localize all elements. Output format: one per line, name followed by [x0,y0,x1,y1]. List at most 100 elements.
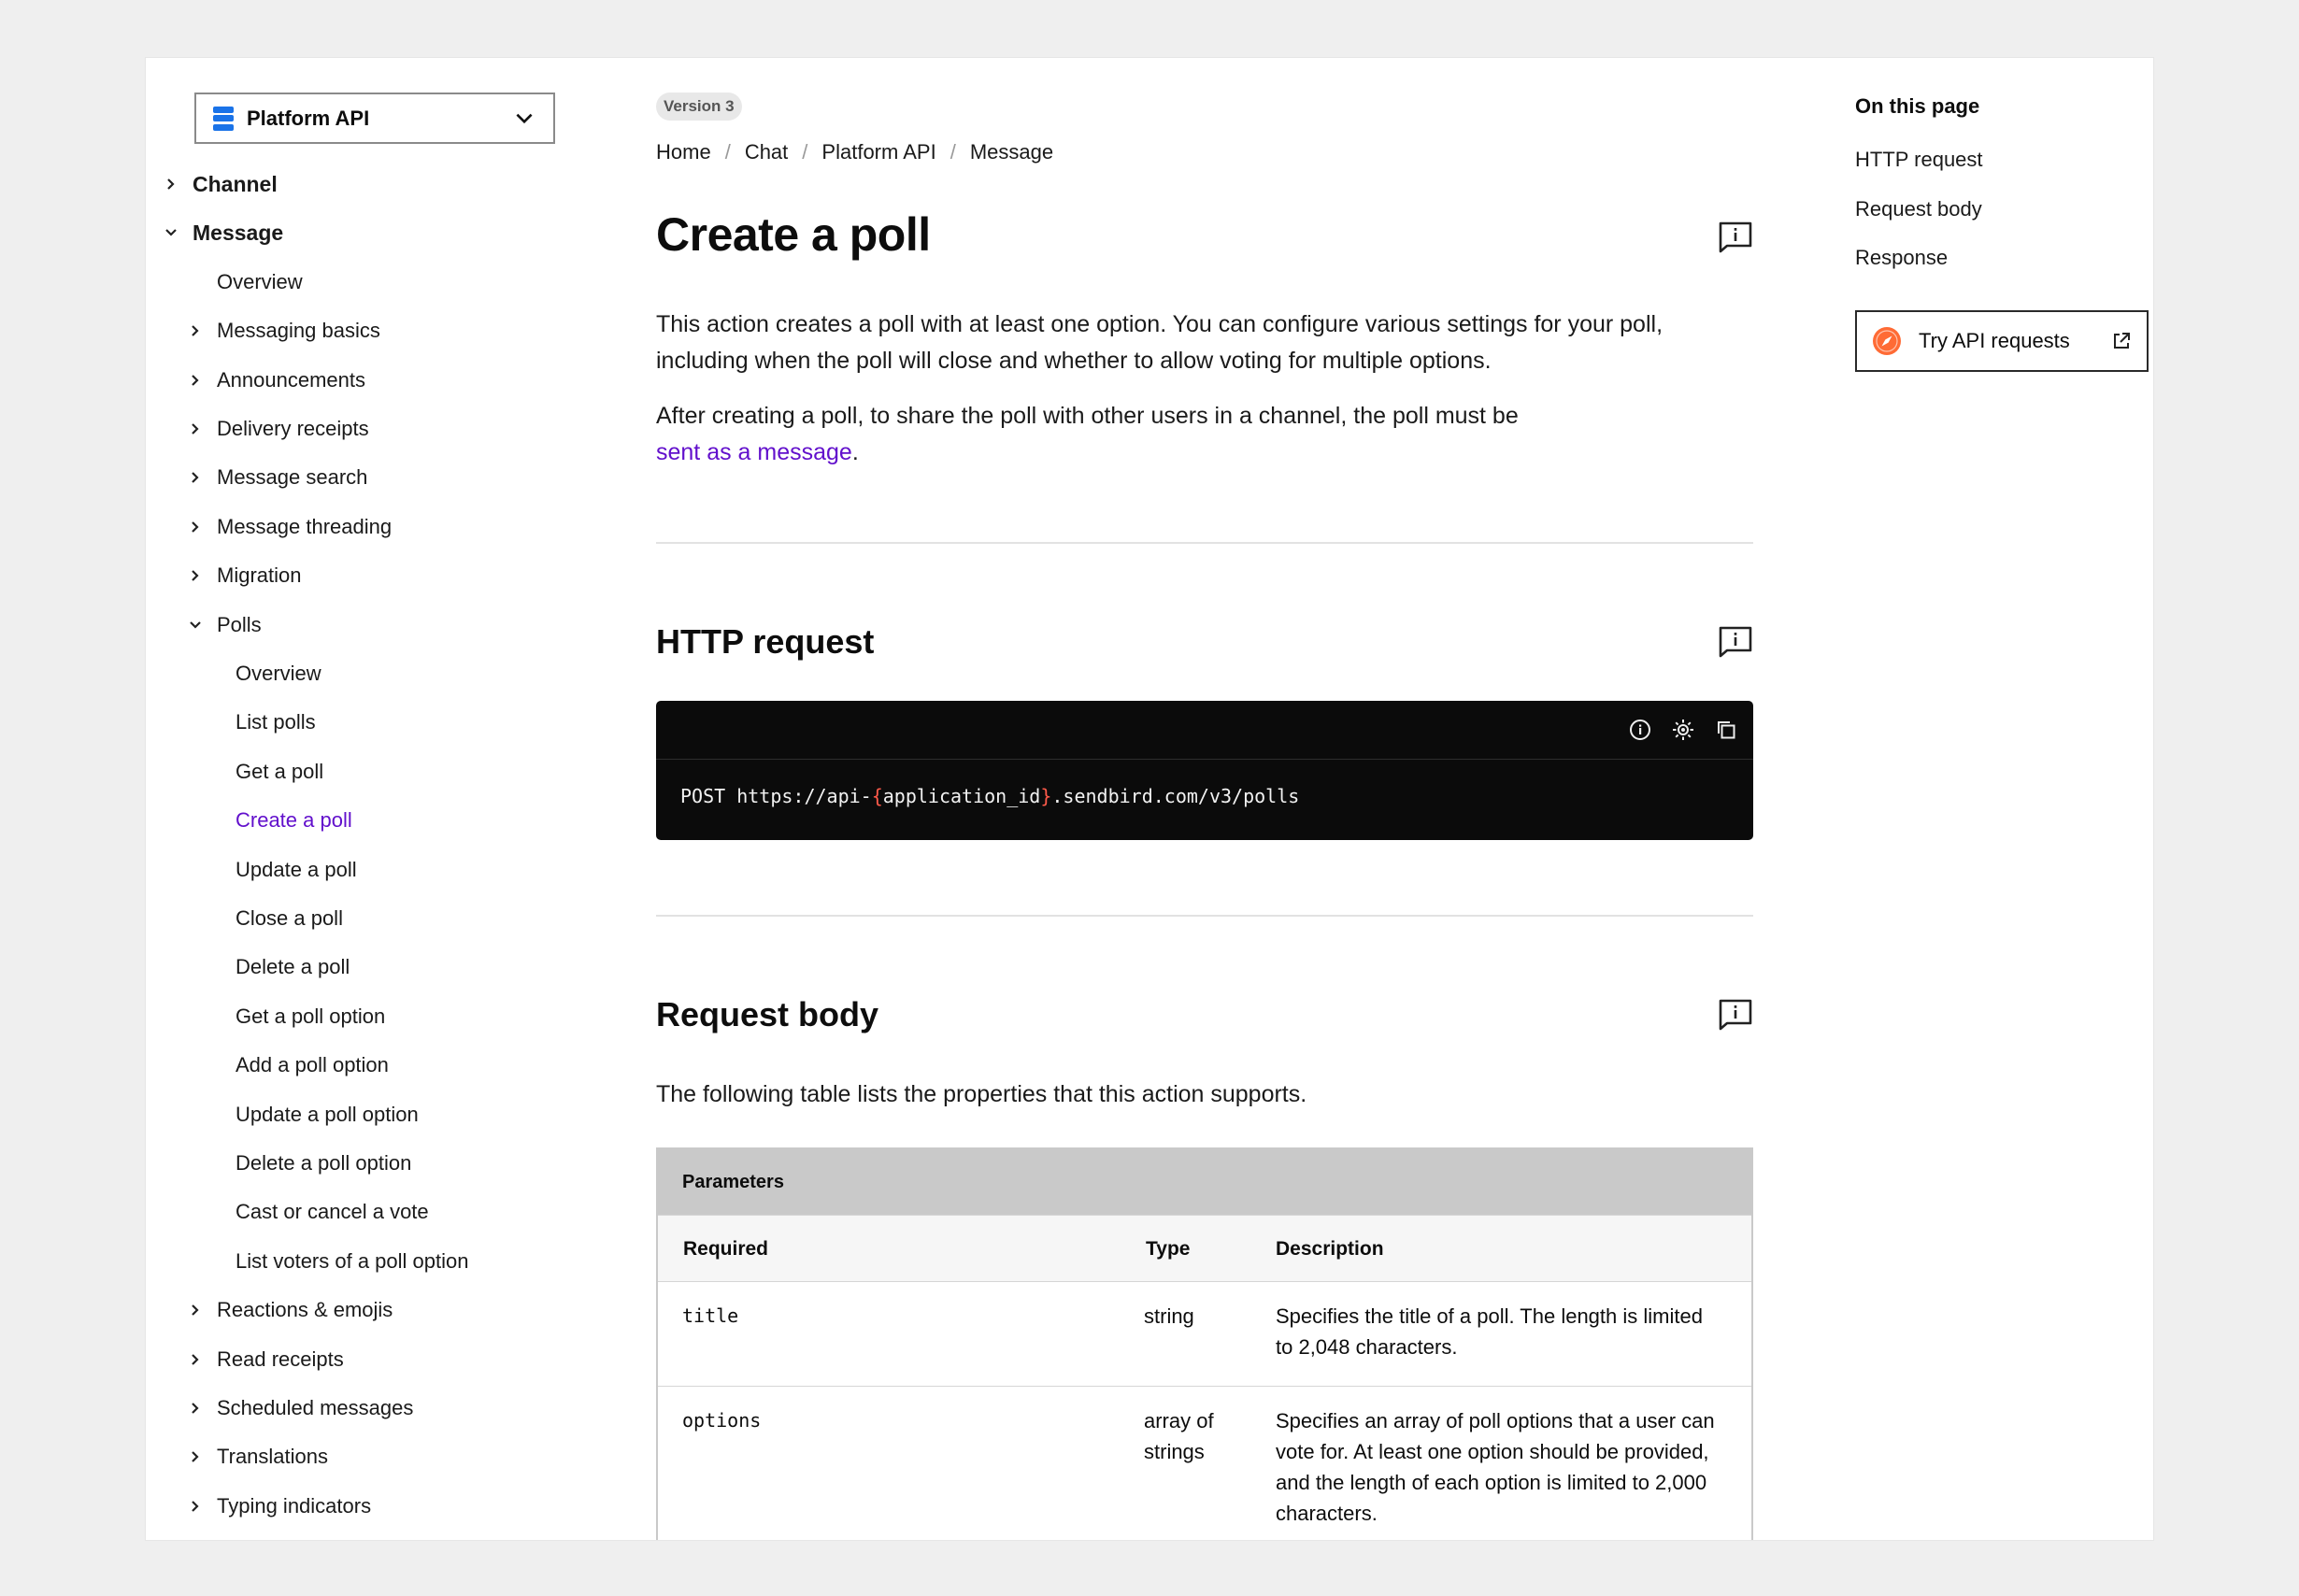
chevron-right-icon [192,374,199,386]
chevron-right-icon [167,178,175,190]
chevron-right-icon [192,1403,199,1414]
sidebar-item-typing-indicators[interactable]: Typing indicators [185,1488,371,1525]
sidebar-item-delivery-receipts[interactable]: Delivery receipts [185,410,369,448]
param-description: Specifies an array of poll options that … [1276,1409,1715,1525]
table-caption: Parameters [658,1149,1751,1215]
breadcrumb-home[interactable]: Home [656,140,711,164]
param-type: array of strings [1144,1409,1214,1463]
sidebar-item-read-receipts[interactable]: Read receipts [185,1341,344,1378]
sidebar-item-label: List voters of a poll option [236,1248,469,1273]
sent-as-message-link[interactable]: sent as a message [656,439,852,465]
sidebar-item-message[interactable]: Message [161,214,283,251]
sidebar-item-label: Overview [217,269,303,293]
chevron-right-icon [192,521,199,533]
section-divider [656,542,1753,544]
try-api-requests-button[interactable]: Try API requests [1855,310,2149,372]
feedback-icon[interactable] [1718,625,1753,659]
sidebar-item-label: Channel [193,171,278,196]
sidebar-item-label: Scheduled messages [217,1396,414,1419]
column-header-type: Type [1146,1238,1191,1260]
sidebar-item-polls[interactable]: Polls [185,606,262,644]
breadcrumb-separator: / [802,140,808,164]
open-brace: { [871,785,883,807]
copy-icon[interactable] [1714,718,1738,742]
breadcrumb-platform-api[interactable]: Platform API [821,140,935,164]
feedback-icon[interactable] [1718,998,1753,1032]
param-description: Specifies the title of a poll. The lengt… [1276,1304,1703,1359]
sidebar-item-get-a-poll[interactable]: Get a poll [236,753,323,791]
sidebar-item-list-voters-of-a-poll-option[interactable]: List voters of a poll option [236,1243,468,1280]
table-header: Required Type Description [658,1215,1751,1281]
database-icon [213,106,234,131]
chevron-right-icon [192,1501,199,1512]
sidebar-item-label: Announcements [217,367,365,392]
request-body-heading: Request body [656,995,879,1033]
sidebar-item-label: Close a poll [236,906,343,930]
toc-link-http-request[interactable]: HTTP request [1855,148,1983,172]
sidebar-item-add-a-poll-option[interactable]: Add a poll option [236,1047,389,1084]
param-name: title [682,1304,739,1327]
breadcrumb-chat[interactable]: Chat [745,140,788,164]
url-suffix: .sendbird.com/v3/polls [1051,785,1300,807]
sidebar-item-create-a-poll[interactable]: Create a poll [236,802,352,839]
code-block: POST https://api-{application_id}.sendbi… [656,701,1753,840]
sidebar-item-scheduled-messages[interactable]: Scheduled messages [185,1389,413,1427]
sidebar-item-label: List polls [236,710,316,734]
breadcrumb-separator: / [724,140,731,164]
sidebar-item-message-search[interactable]: Message search [185,459,367,496]
chevron-right-icon [192,570,199,581]
sidebar-item-label: Update a poll [236,857,357,881]
toc-link-response[interactable]: Response [1855,246,1948,270]
request-body-intro: The following table lists the properties… [656,1081,1307,1107]
sidebar-item-label: Delete a poll option [236,1151,412,1175]
column-header-description: Description [1276,1238,1384,1260]
theme-toggle-icon[interactable] [1671,718,1695,742]
parameters-table: Parameters Required Type Description tit… [656,1147,1753,1540]
sidebar-item-overview[interactable]: Overview [236,655,321,692]
sidebar-item-label: Polls [217,612,262,636]
chevron-down-icon [516,113,533,123]
sidebar-item-label: Delivery receipts [217,417,369,440]
column-header-required: Required [683,1238,769,1260]
sidebar-item-close-a-poll[interactable]: Close a poll [236,900,343,937]
version-badge: Version 3 [656,93,742,121]
breadcrumb: Home / Chat / Platform API / Message [656,140,1053,164]
sidebar-item-channel[interactable]: Channel [161,165,278,203]
breadcrumb-separator: / [950,140,956,164]
sidebar-item-migration[interactable]: Migration [185,557,301,594]
sidebar-item-overview[interactable]: Overview [217,264,303,301]
toc-link-request-body[interactable]: Request body [1855,197,1982,221]
share-text: After creating a poll, to share the poll… [656,403,1519,429]
sidebar-item-delete-a-poll-option[interactable]: Delete a poll option [236,1145,411,1182]
http-request-heading: HTTP request [656,622,875,661]
product-select[interactable]: Platform API [194,93,555,144]
sidebar-item-message-threading[interactable]: Message threading [185,508,392,546]
sidebar-item-update-a-poll-option[interactable]: Update a poll option [236,1096,419,1133]
sidebar-item-update-a-poll[interactable]: Update a poll [236,851,357,889]
sidebar-item-label: Message search [217,465,368,490]
sidebar-item-label: Migration [217,563,302,588]
main-content: Version 3 Home / Chat / Platform API / M… [656,58,1759,1540]
sidebar-item-label: Translations [217,1445,329,1469]
info-icon[interactable] [1628,718,1652,742]
sidebar-item-reactions-emojis[interactable]: Reactions & emojis [185,1291,393,1329]
feedback-icon[interactable] [1718,221,1753,254]
url-prefix: https://api- [736,785,872,807]
sidebar-item-label: Message [193,220,284,245]
sidebar-item-delete-a-poll[interactable]: Delete a poll [236,948,350,986]
sidebar-item-messaging-basics[interactable]: Messaging basics [185,312,380,349]
sidebar-item-label: Message threading [217,514,393,538]
http-method: POST [680,785,726,807]
sidebar-item-list-polls[interactable]: List polls [236,704,316,741]
share-paragraph: After creating a poll, to share the poll… [656,398,1684,471]
code-toolbar [656,701,1753,760]
sidebar-item-label: Messaging basics [217,319,380,343]
sidebar-item-translations[interactable]: Translations [185,1438,328,1475]
sidebar-item-get-a-poll-option[interactable]: Get a poll option [236,998,385,1035]
table-row: options array of strings Specifies an ar… [658,1386,1751,1540]
breadcrumb-message[interactable]: Message [970,140,1053,164]
sidebar-item-label: Cast or cancel a vote [236,1200,429,1224]
chevron-right-icon [192,423,199,435]
sidebar-item-cast-or-cancel-a-vote[interactable]: Cast or cancel a vote [236,1193,429,1231]
sidebar-item-announcements[interactable]: Announcements [185,362,365,399]
